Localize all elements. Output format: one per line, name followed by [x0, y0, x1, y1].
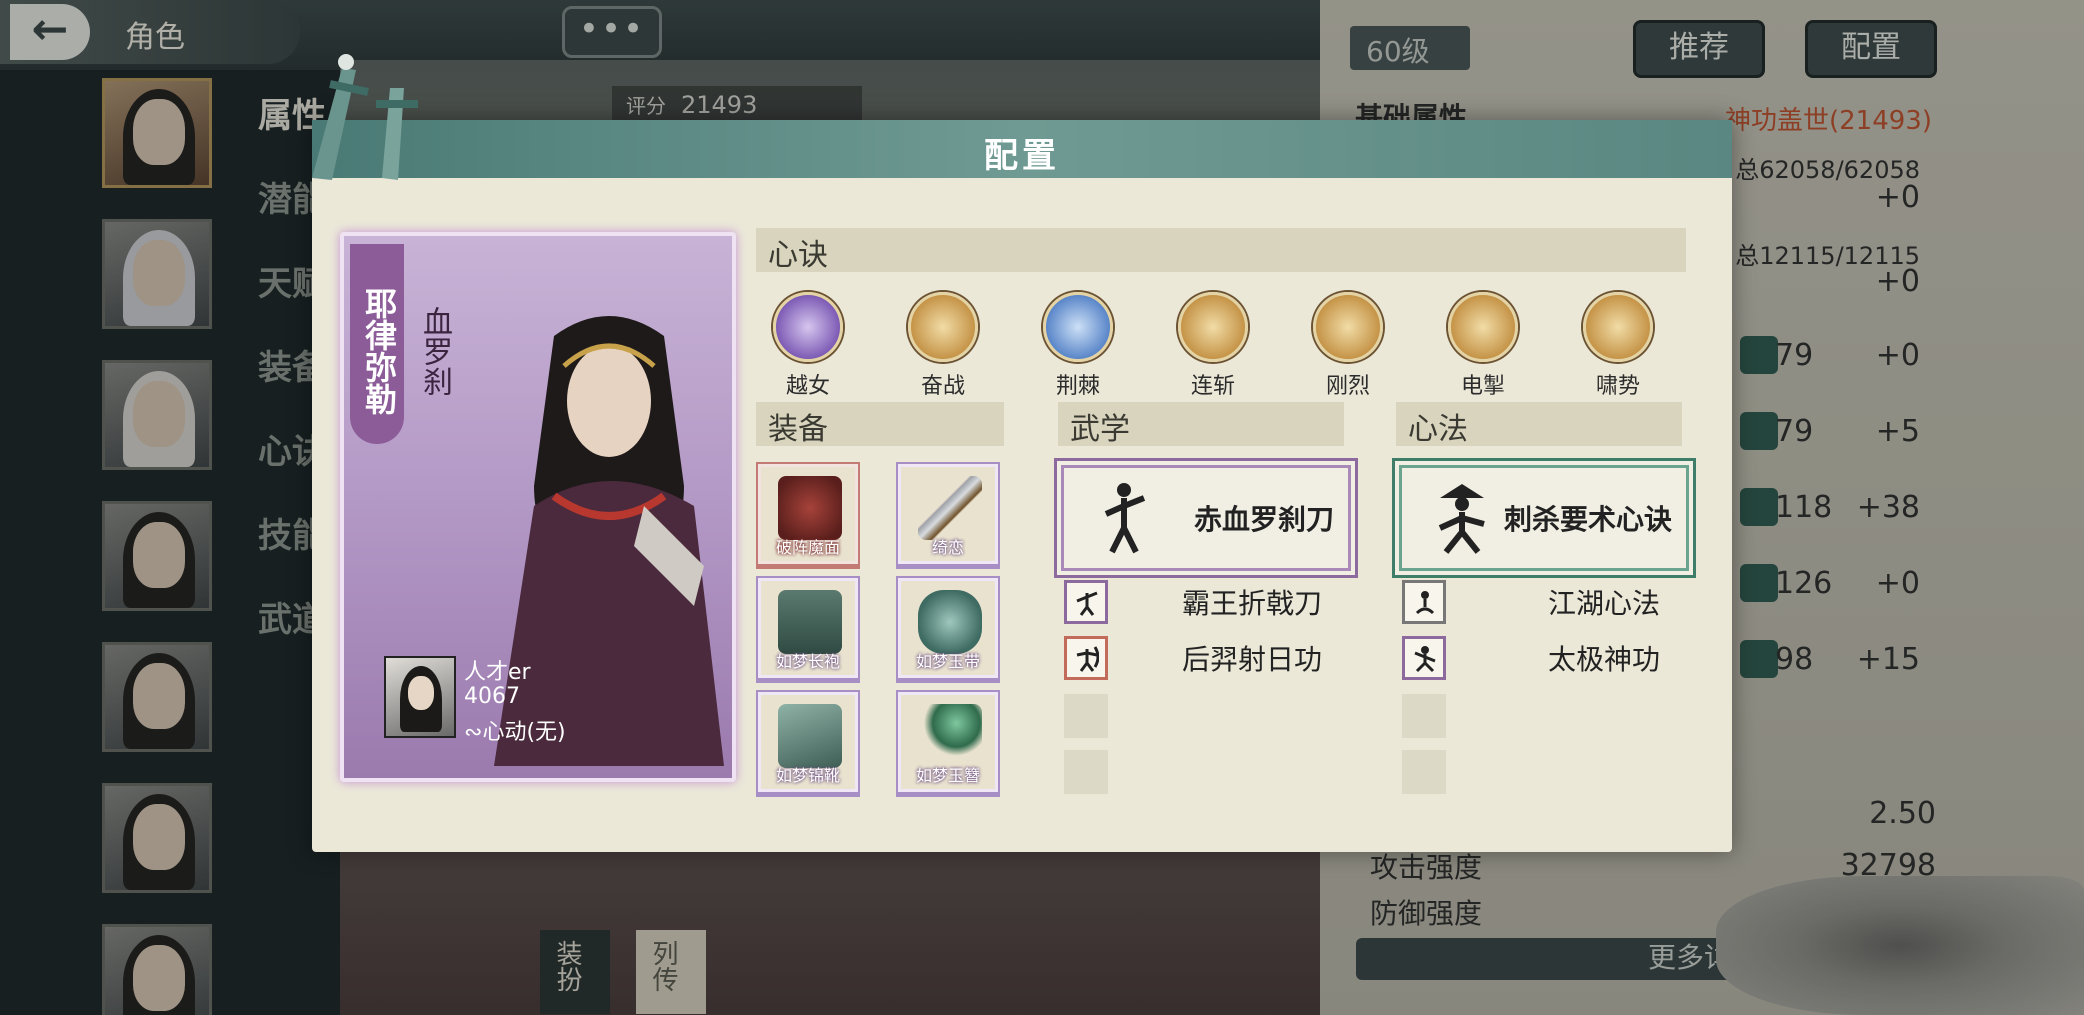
skill-slot[interactable]: 越女 — [758, 292, 858, 400]
skill-slot[interactable]: 荆棘 — [1028, 292, 1128, 400]
character-card: 耶律弥勒 血罗刹 人才er 4067 ∾心动(无) — [340, 232, 736, 782]
heart-status-text: 心动(无) — [482, 720, 566, 745]
heart-swirl-icon: ∾ — [464, 720, 483, 745]
skill-label: 刚烈 — [1325, 374, 1370, 399]
skill-ganglie-icon — [1313, 292, 1383, 362]
sword-decoration-icon — [312, 54, 418, 180]
xinfa-main-slot[interactable]: 刺杀要术心诀 — [1402, 468, 1686, 568]
equipment-slot[interactable]: 如梦玉带 — [896, 576, 1000, 680]
xinfa-empty-slot[interactable] — [1402, 694, 1446, 738]
skill-slot[interactable]: 奋战 — [893, 292, 993, 400]
skill-slot[interactable]: 电掣 — [1433, 292, 1533, 400]
skill-dianche-icon — [1448, 292, 1518, 362]
boots-icon — [778, 704, 842, 768]
belt-icon — [918, 590, 982, 654]
skill-slot[interactable]: 连斩 — [1163, 292, 1263, 400]
wuxue-sub-label: 霸王折戟刀 — [1181, 587, 1322, 620]
equipment-slot[interactable]: 如梦玉簪 — [896, 690, 1000, 794]
skill-yuenv-icon — [773, 292, 843, 362]
xinfa-empty-slot[interactable] — [1402, 750, 1446, 794]
equipment-label: 如梦长袍 — [775, 652, 840, 671]
skill-slot[interactable]: 刚烈 — [1298, 292, 1398, 400]
skill-slot[interactable]: 啸势 — [1568, 292, 1668, 400]
config-modal: 配置 耶律弥勒 血罗刹 人才er 4067 ∾心动(无) 心诀 越女 奋战 荆棘… — [312, 54, 1732, 852]
skill-label: 荆棘 — [1055, 374, 1100, 399]
equipment-slot[interactable]: 如梦长袍 — [756, 576, 860, 680]
assassin-figure-icon — [1438, 484, 1485, 554]
equipment-label: 破阵魔面 — [775, 538, 840, 557]
character-portrait — [494, 316, 724, 766]
equipment-label: 如梦玉簪 — [915, 766, 980, 785]
wuxue-sub-label: 后羿射日功 — [1181, 643, 1322, 676]
equipment-slot[interactable]: 绮恋 — [896, 462, 1000, 566]
meditation-figure-icon — [1415, 591, 1435, 615]
martial-figure-icon — [1076, 591, 1098, 616]
equipment-label: 如梦玉带 — [915, 652, 980, 671]
wuxue-main-label: 赤血罗刹刀 — [1193, 503, 1334, 536]
player-name: 人才er — [464, 660, 531, 685]
equipment-slot[interactable]: 破阵魔面 — [756, 462, 860, 566]
equipment-label: 如梦锦靴 — [775, 766, 840, 785]
xinfa-sub-label: 江湖心法 — [1547, 587, 1660, 620]
hairpin-icon — [918, 704, 982, 768]
equipment-section-head: 装备 — [756, 402, 1004, 447]
skill-label: 奋战 — [920, 374, 965, 399]
skill-label: 啸势 — [1595, 374, 1640, 399]
archer-figure-icon — [1076, 646, 1099, 672]
xinjue-section-head: 心诀 — [756, 228, 1686, 273]
heart-status: ∾心动(无) — [464, 714, 566, 746]
skill-fenzhan-icon — [908, 292, 978, 362]
character-title: 血罗刹 — [417, 306, 452, 396]
wuxue-section-head: 武学 — [1058, 402, 1344, 447]
wuxue-main-slot[interactable]: 赤血罗刹刀 — [1064, 468, 1348, 568]
equipment-slot[interactable]: 如梦锦靴 — [756, 690, 860, 794]
player-score: 4067 — [464, 684, 520, 709]
wuxue-empty-slot[interactable] — [1064, 750, 1108, 794]
skill-lianzhan-icon — [1178, 292, 1248, 362]
skill-label: 越女 — [785, 374, 830, 399]
character-name: 耶律弥勒 — [350, 244, 404, 444]
xinfa-main-label: 刺杀要术心诀 — [1503, 503, 1672, 536]
skill-label: 电掣 — [1460, 374, 1505, 399]
equipment-label: 绮恋 — [931, 538, 964, 557]
dagger-icon — [918, 476, 982, 540]
player-avatar — [384, 656, 456, 738]
skill-xiaoshi-icon — [1583, 292, 1653, 362]
xinfa-section-head: 心法 — [1396, 402, 1682, 447]
robe-icon — [778, 590, 842, 654]
modal-title: 配置 — [984, 136, 1060, 176]
taiji-figure-icon — [1414, 646, 1436, 673]
skill-label: 连斩 — [1190, 374, 1235, 399]
skill-jingji-icon — [1043, 292, 1113, 362]
mask-icon — [778, 476, 842, 540]
martial-figure-icon — [1104, 483, 1146, 554]
xinfa-sub-label: 太极神功 — [1547, 643, 1660, 676]
wuxue-empty-slot[interactable] — [1064, 694, 1108, 738]
